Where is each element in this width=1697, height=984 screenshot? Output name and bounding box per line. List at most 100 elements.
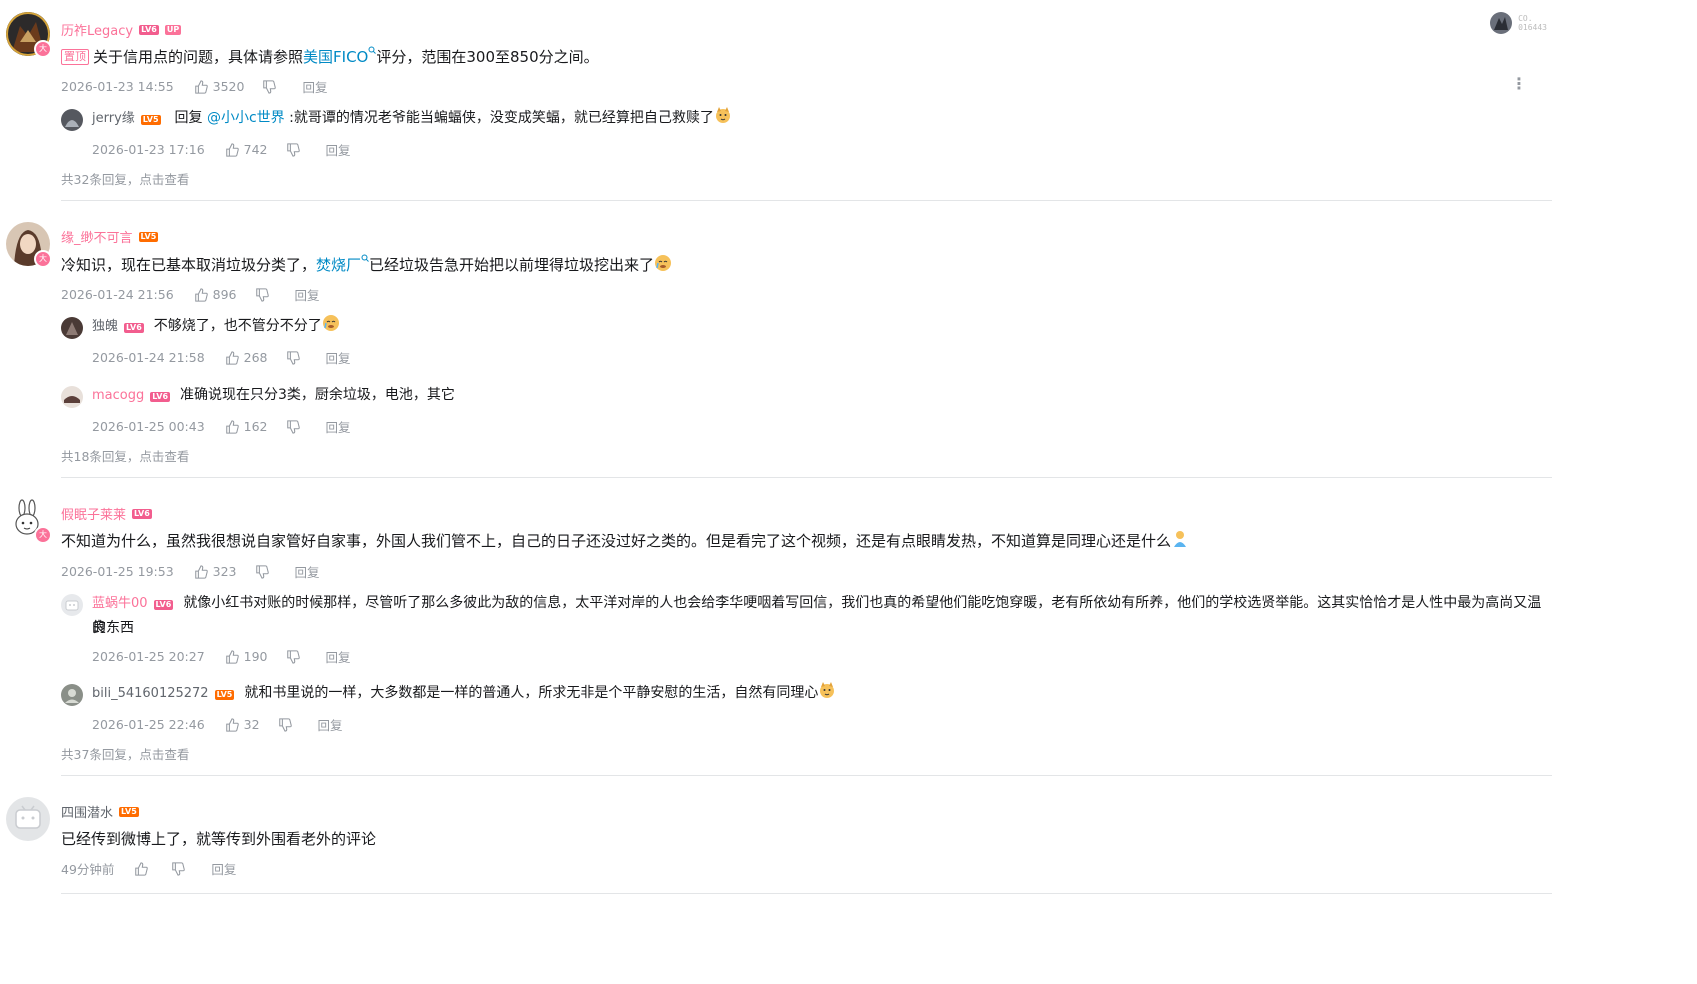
reply-button[interactable]: 回复 bbox=[302, 77, 327, 96]
like-button[interactable]: 32 bbox=[225, 717, 260, 732]
reply-text: 就和书里说的一样，大多数都是一样的普通人，所求无非是个平静安慰的生活，自然有同理… bbox=[244, 685, 819, 701]
comment-meta: 2026-01-25 19:53 323 回复 bbox=[61, 562, 320, 581]
divider bbox=[61, 775, 1552, 776]
reply-username[interactable]: bili_54160125272 bbox=[92, 686, 209, 701]
reply-button[interactable]: 回复 bbox=[326, 417, 351, 436]
search-link[interactable]: 美国FICO bbox=[303, 48, 368, 66]
username[interactable]: 假眠子莱莱 LV6 bbox=[61, 504, 152, 523]
reply-username[interactable]: jerry缘 bbox=[92, 111, 135, 126]
username[interactable]: 历祚Legacy LV6 UP bbox=[61, 20, 182, 39]
thumb-up-icon bbox=[225, 142, 239, 157]
like-button[interactable]: 3520 bbox=[194, 79, 245, 94]
cry-emoji-icon bbox=[322, 315, 339, 331]
comment-section: CO. 016443 大 历祚Legacy LV6 UP 置顶关于信用点的问题 bbox=[0, 0, 1697, 984]
like-button[interactable]: 742 bbox=[225, 142, 268, 157]
comment-meta: 2026-01-23 14:55 3520 回复 bbox=[61, 77, 327, 96]
avatar[interactable]: 大 bbox=[6, 498, 52, 544]
divider bbox=[61, 200, 1552, 201]
reply-button[interactable]: 回复 bbox=[326, 348, 351, 367]
avatar[interactable] bbox=[61, 317, 83, 339]
reply-button[interactable]: 回复 bbox=[318, 715, 343, 734]
reply-meta: 2026-01-24 21:58 268 回复 bbox=[92, 348, 351, 367]
cry-emoji-icon bbox=[655, 255, 672, 271]
like-button[interactable]: 162 bbox=[225, 419, 268, 434]
reply-content: bili_54160125272 LV5 就和书里说的一样，大多数都是一样的普通人，… bbox=[92, 681, 1547, 706]
timestamp: 2026-01-23 17:16 bbox=[92, 142, 205, 157]
thumb-up-icon bbox=[225, 649, 239, 664]
search-icon bbox=[361, 254, 369, 262]
like-count: 32 bbox=[243, 717, 260, 732]
thumb-up-icon bbox=[194, 287, 208, 302]
avatar[interactable]: 大 bbox=[6, 222, 52, 268]
dislike-button[interactable] bbox=[286, 649, 300, 664]
like-button[interactable]: 323 bbox=[194, 564, 237, 579]
verified-badge-icon: 大 bbox=[34, 526, 52, 544]
like-button[interactable]: 268 bbox=[225, 350, 268, 365]
dislike-button[interactable] bbox=[255, 564, 269, 579]
avatar[interactable]: 大 bbox=[6, 12, 52, 58]
comment-content: 已经传到微博上了，就等传到外围看老外的评论 bbox=[61, 827, 1547, 851]
dog-emoji-icon bbox=[715, 107, 730, 123]
top-right-user-card[interactable]: CO. 016443 bbox=[1490, 12, 1547, 34]
search-link[interactable]: 焚烧厂 bbox=[316, 256, 361, 274]
reply-button[interactable]: 回复 bbox=[295, 285, 320, 304]
dislike-button[interactable] bbox=[286, 419, 300, 434]
timestamp: 2026-01-25 00:43 bbox=[92, 419, 205, 434]
username-text[interactable]: 假眠子莱莱 bbox=[61, 504, 126, 523]
pinned-tag: 置顶 bbox=[61, 49, 89, 65]
reply-button[interactable]: 回复 bbox=[326, 140, 351, 159]
thumb-down-icon bbox=[278, 717, 292, 732]
avatar[interactable] bbox=[6, 797, 50, 841]
like-count: 3520 bbox=[212, 79, 245, 94]
dislike-button[interactable] bbox=[278, 717, 292, 732]
thumb-down-icon bbox=[255, 564, 269, 579]
reply-text: 的东西 bbox=[92, 620, 134, 636]
verified-badge-icon: 大 bbox=[34, 250, 52, 268]
dislike-button[interactable] bbox=[171, 861, 186, 876]
level-badge: LV6 bbox=[132, 508, 152, 519]
reply-username[interactable]: macogg bbox=[92, 388, 144, 403]
thumb-down-icon bbox=[286, 350, 300, 365]
username-text[interactable]: 历祚Legacy bbox=[61, 20, 133, 39]
reply-button[interactable]: 回复 bbox=[295, 562, 320, 581]
reply-username[interactable]: 独魄 bbox=[92, 319, 118, 334]
reply-meta: 2026-01-25 00:43 162 回复 bbox=[92, 417, 351, 436]
thumb-down-icon bbox=[286, 649, 300, 664]
username-text[interactable]: 缘_缈不可言 bbox=[61, 227, 133, 246]
verified-badge-icon: 大 bbox=[34, 40, 52, 58]
dislike-button[interactable] bbox=[286, 350, 300, 365]
username[interactable]: 四围潜水 LV5 bbox=[61, 802, 139, 821]
level-badge: LV5 bbox=[119, 806, 139, 817]
reply-button[interactable]: 回复 bbox=[211, 859, 236, 878]
level-badge: LV5 bbox=[140, 115, 161, 125]
thumb-down-icon bbox=[263, 79, 277, 94]
avatar[interactable] bbox=[61, 594, 83, 616]
thumb-down-icon bbox=[286, 419, 300, 434]
reply-prefix: 回复 bbox=[174, 110, 207, 126]
avatar[interactable] bbox=[61, 109, 83, 131]
view-more-replies[interactable]: 共32条回复，点击查看 bbox=[61, 169, 189, 188]
timestamp: 2026-01-25 22:46 bbox=[92, 717, 205, 732]
more-options-icon[interactable]: ⋮ bbox=[1511, 76, 1527, 92]
dislike-button[interactable] bbox=[255, 287, 269, 302]
username-text[interactable]: 四围潜水 bbox=[61, 802, 113, 821]
like-count: 162 bbox=[243, 419, 268, 434]
reply-button[interactable]: 回复 bbox=[326, 647, 351, 666]
dislike-button[interactable] bbox=[286, 142, 300, 157]
content-text: 已经垃圾告急开始把以前埋得垃圾挖出来了 bbox=[369, 256, 655, 274]
like-button[interactable]: 896 bbox=[194, 287, 237, 302]
username[interactable]: 缘_缈不可言 LV5 bbox=[61, 227, 159, 246]
divider bbox=[61, 477, 1552, 478]
like-button[interactable] bbox=[134, 861, 153, 876]
avatar[interactable] bbox=[61, 684, 83, 706]
dislike-button[interactable] bbox=[262, 79, 277, 94]
mention-link[interactable]: @小小c世界 bbox=[207, 110, 285, 126]
avatar[interactable] bbox=[61, 386, 83, 408]
like-button[interactable]: 190 bbox=[225, 649, 268, 664]
thumb-up-icon bbox=[225, 350, 239, 365]
reply-text: 准确说现在只分3类，厨余垃圾，电池，其它 bbox=[180, 387, 455, 403]
view-more-replies[interactable]: 共37条回复，点击查看 bbox=[61, 744, 189, 763]
view-more-replies[interactable]: 共18条回复，点击查看 bbox=[61, 446, 189, 465]
level-badge: LV6 bbox=[150, 392, 171, 402]
reply-username[interactable]: 蓝蜗牛00 bbox=[92, 596, 148, 611]
